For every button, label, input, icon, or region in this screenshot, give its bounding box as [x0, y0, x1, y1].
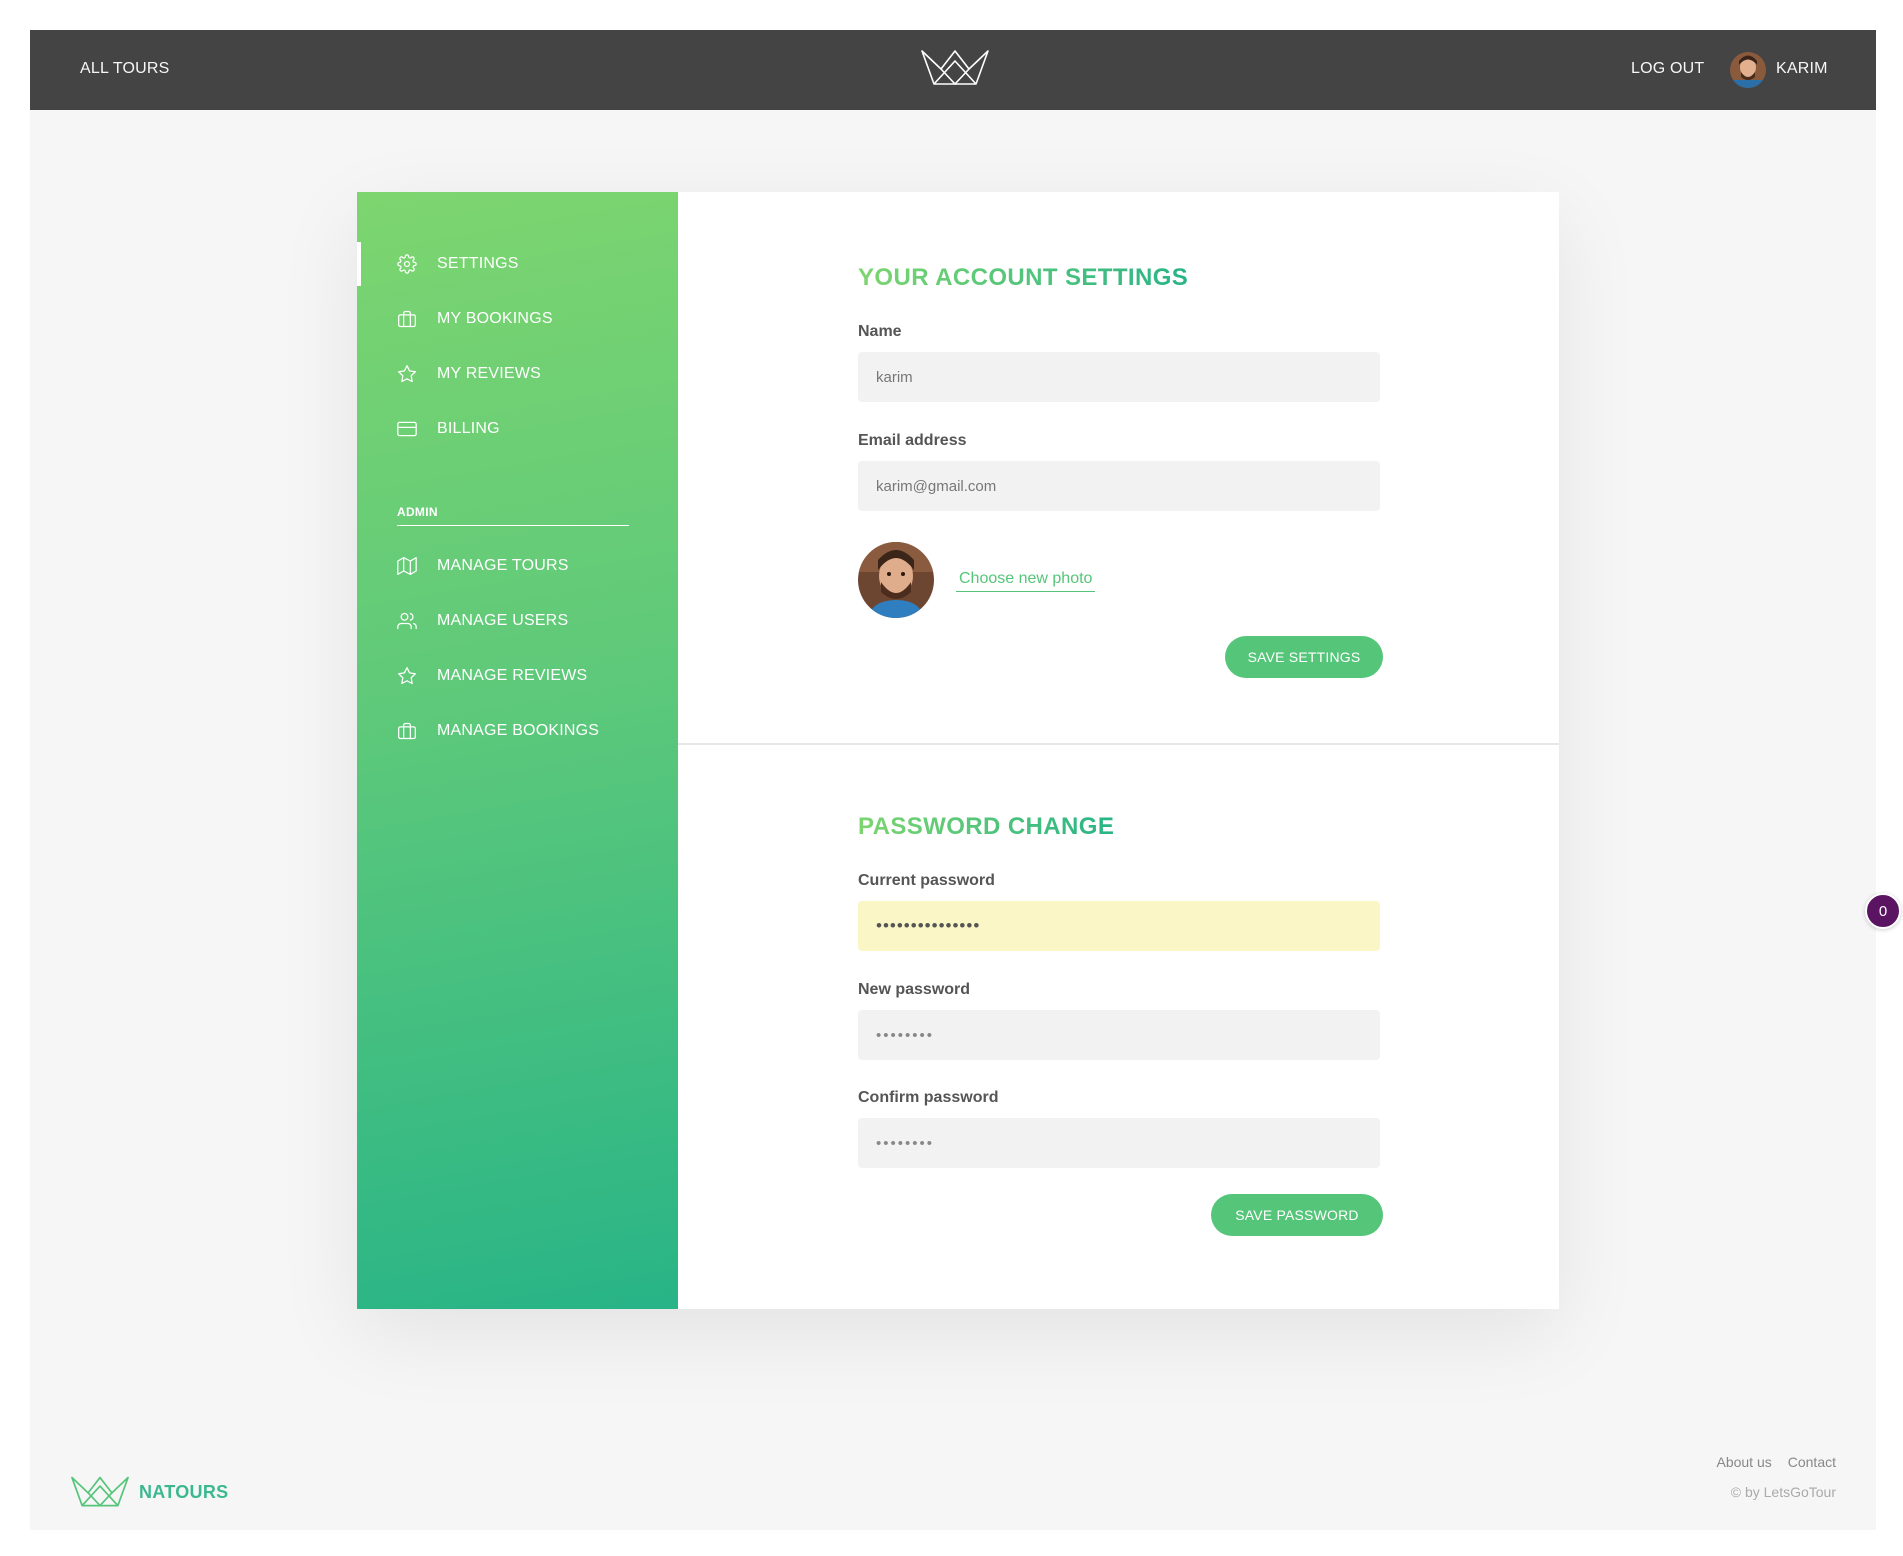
star-icon	[397, 364, 417, 384]
name-label: Name	[858, 323, 902, 340]
confirm-password-input[interactable]: ••••••••	[858, 1118, 1380, 1168]
sidebar-item-manage-users[interactable]: MANAGE USERS	[397, 611, 568, 631]
footer-brand: NATOURS	[139, 1482, 229, 1502]
sidebar-item-manage-tours[interactable]: MANAGE TOURS	[397, 556, 569, 576]
users-icon	[397, 611, 417, 631]
page-background: ALL TOURS LOG OUT KARIM 0 SETTINGS MY BO…	[30, 30, 1901, 1530]
logout-button[interactable]: LOG OUT	[1631, 60, 1704, 78]
user-avatar[interactable]	[1730, 52, 1766, 88]
user-photo	[858, 542, 934, 618]
email-input[interactable]: karim@gmail.com	[858, 461, 1380, 511]
current-password-label: Current password	[858, 872, 995, 889]
about-us-link[interactable]: About us	[1716, 1454, 1771, 1470]
sidebar-item-label: MANAGE USERS	[437, 612, 569, 629]
account-card: SETTINGS MY BOOKINGS MY REVIEWS BILLING	[357, 192, 1559, 1309]
account-settings-section: YOUR ACCOUNT SETTINGS Name karim Email a…	[678, 192, 1559, 745]
sidebar-item-billing[interactable]: BILLING	[397, 419, 500, 439]
sidebar-item-label: MANAGE REVIEWS	[437, 667, 588, 684]
gear-icon	[397, 254, 417, 274]
credit-card-icon	[397, 419, 417, 439]
all-tours-link[interactable]: ALL TOURS	[80, 60, 170, 78]
natours-logo-icon[interactable]	[920, 48, 990, 88]
star-icon	[397, 666, 417, 686]
name-input[interactable]: karim	[858, 352, 1380, 402]
briefcase-icon	[397, 309, 417, 329]
sidebar-item-my-bookings[interactable]: MY BOOKINGS	[397, 309, 553, 329]
sidebar-item-label: MANAGE BOOKINGS	[437, 722, 600, 739]
admin-section-heading: ADMIN	[397, 505, 629, 526]
active-indicator	[357, 242, 361, 286]
new-password-label: New password	[858, 981, 971, 998]
top-navbar: ALL TOURS LOG OUT KARIM	[30, 30, 1876, 110]
current-password-input[interactable]: •••••••••••••••	[858, 901, 1380, 951]
password-change-heading: PASSWORD CHANGE	[858, 813, 1115, 840]
natours-footer-logo-icon	[71, 1476, 129, 1507]
choose-photo-link[interactable]: Choose new photo	[956, 570, 1096, 592]
sidebar-item-my-reviews[interactable]: MY REVIEWS	[397, 364, 541, 384]
password-change-section: PASSWORD CHANGE Current password •••••••…	[678, 747, 1559, 1309]
map-icon	[397, 556, 417, 576]
sidebar-item-label: MY BOOKINGS	[437, 310, 553, 327]
sidebar-item-manage-reviews[interactable]: MANAGE REVIEWS	[397, 666, 587, 686]
briefcase-icon	[397, 721, 417, 741]
sidebar-item-manage-bookings[interactable]: MANAGE BOOKINGS	[397, 721, 599, 741]
account-content: YOUR ACCOUNT SETTINGS Name karim Email a…	[678, 192, 1559, 1309]
user-name-link[interactable]: KARIM	[1776, 60, 1828, 78]
new-password-input[interactable]: ••••••••	[858, 1010, 1380, 1060]
save-password-button[interactable]: SAVE PASSWORD	[1211, 1194, 1383, 1236]
email-label: Email address	[858, 432, 967, 449]
sidebar-item-label: SETTINGS	[437, 255, 519, 272]
sidebar-item-label: MY REVIEWS	[437, 365, 541, 382]
contact-link[interactable]: Contact	[1788, 1454, 1836, 1470]
confirm-password-label: Confirm password	[858, 1089, 999, 1106]
footer-copyright: © by LetsGoTour	[1730, 1484, 1836, 1500]
notification-badge[interactable]: 0	[1865, 893, 1901, 929]
account-settings-heading: YOUR ACCOUNT SETTINGS	[858, 264, 1189, 291]
sidebar-item-settings[interactable]: SETTINGS	[397, 254, 519, 274]
save-settings-button[interactable]: SAVE SETTINGS	[1225, 636, 1383, 678]
sidebar-item-label: MANAGE TOURS	[437, 557, 569, 574]
sidebar-item-label: BILLING	[437, 420, 500, 437]
footer-links: About us Contact	[1716, 1454, 1836, 1470]
account-sidebar: SETTINGS MY BOOKINGS MY REVIEWS BILLING	[357, 192, 678, 1309]
